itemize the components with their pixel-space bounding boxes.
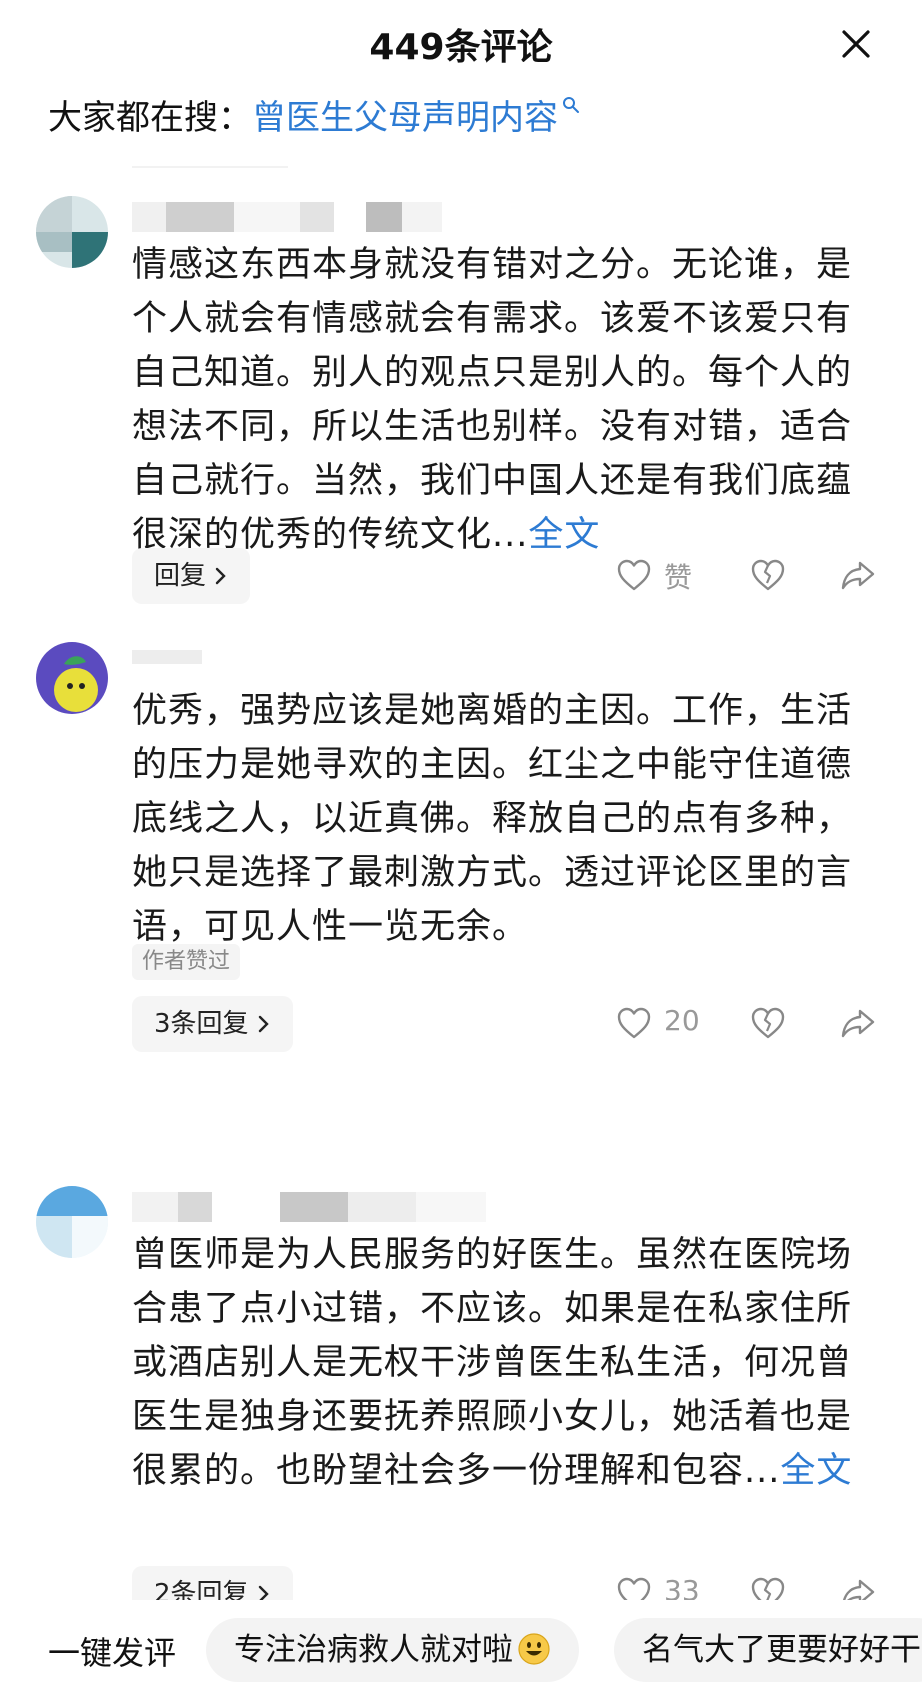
like-heart-icon[interactable] bbox=[616, 1576, 652, 1600]
share-icon[interactable] bbox=[840, 1006, 876, 1040]
view-replies-label: 3条回复 bbox=[154, 1009, 249, 1039]
smile-emoji-icon bbox=[518, 1633, 550, 1665]
comment-text: 曾医师是为人民服务的好医生。虽然在医院场合患了点小过错，不应该。如果是在私家住所… bbox=[132, 1228, 868, 1498]
chevron-right-icon bbox=[258, 1015, 269, 1033]
search-icon[interactable] bbox=[562, 96, 580, 114]
reply-button[interactable]: 回复 bbox=[132, 548, 251, 604]
like-count: 20 bbox=[664, 1004, 700, 1037]
comment-panel-header: 449条评论 bbox=[0, 0, 922, 88]
comment-text: 优秀，强势应该是她离婚的主因。工作，生活的压力是她寻欢的主因。红尘之中能守住道德… bbox=[132, 684, 868, 954]
like-heart-icon[interactable] bbox=[616, 558, 652, 592]
quick-comment-chip[interactable]: 名气大了更要好好干 bbox=[614, 1618, 922, 1682]
username-blurred[interactable] bbox=[132, 202, 492, 232]
share-icon[interactable] bbox=[840, 558, 876, 592]
comment-body: 情感这东西本身就没有错对之分。无论谁，是个人就会有情感就会有需求。该爱不该爱只有… bbox=[132, 245, 853, 555]
divider bbox=[132, 166, 288, 168]
avatar[interactable] bbox=[36, 642, 108, 714]
hot-search-label: 大家都在搜： bbox=[48, 97, 252, 138]
expand-full-text-link[interactable]: 全文 bbox=[780, 1451, 852, 1491]
comment-body: 优秀，强势应该是她离婚的主因。工作，生活的压力是她寻欢的主因。红尘之中能守住道德… bbox=[132, 691, 853, 947]
like-count: 33 bbox=[664, 1574, 700, 1600]
view-replies-label: 2条回复 bbox=[154, 1579, 249, 1600]
like-count: 赞 bbox=[664, 561, 693, 594]
quick-comment-chip[interactable]: 专注治病救人就对啦 bbox=[206, 1618, 579, 1682]
broken-heart-icon[interactable] bbox=[750, 1006, 786, 1040]
comment-item: 曾医师是为人民服务的好医生。虽然在医院场合患了点小过错，不应该。如果是在私家住所… bbox=[0, 1186, 922, 1600]
expand-full-text-link[interactable]: 全文 bbox=[528, 515, 600, 555]
comment-text: 情感这东西本身就没有错对之分。无论谁，是个人就会有情感就会有需求。该爱不该爱只有… bbox=[132, 238, 868, 562]
comment-item: 优秀，强势应该是她离婚的主因。工作，生活的压力是她寻欢的主因。红尘之中能守住道德… bbox=[0, 642, 922, 1062]
comment-item: 情感这东西本身就没有错对之分。无论谁，是个人就会有情感就会有需求。该爱不该爱只有… bbox=[0, 196, 922, 616]
author-liked-badge: 作者赞过 bbox=[132, 944, 241, 980]
close-icon[interactable] bbox=[836, 24, 876, 64]
comment-actions: 20 bbox=[600, 996, 890, 1052]
avatar[interactable] bbox=[36, 1186, 108, 1258]
like-heart-icon[interactable] bbox=[616, 1006, 652, 1040]
username-blurred[interactable] bbox=[132, 1192, 492, 1222]
hot-search-term-link[interactable]: 曾医生父母声明内容 bbox=[252, 90, 558, 139]
chevron-right-icon bbox=[258, 1585, 269, 1600]
quick-comment-chip-text: 名气大了更要好好干 bbox=[642, 1632, 921, 1668]
reply-button-label: 回复 bbox=[154, 561, 207, 591]
comment-actions: 33 bbox=[600, 1566, 890, 1600]
chevron-right-icon bbox=[215, 567, 226, 585]
quick-comment-chip-text: 专注治病救人就对啦 bbox=[234, 1632, 513, 1668]
comment-body: 曾医师是为人民服务的好医生。虽然在医院场合患了点小过错，不应该。如果是在私家住所… bbox=[132, 1235, 853, 1491]
avatar[interactable] bbox=[36, 196, 108, 268]
username-blurred[interactable] bbox=[132, 646, 492, 676]
hot-search-row: 大家都在搜： 曾医生父母声明内容 bbox=[48, 88, 580, 140]
quick-comment-bar: 一键发评 专注治病救人就对啦 名气大了更要好好干 bbox=[0, 1600, 922, 1701]
broken-heart-icon[interactable] bbox=[750, 558, 786, 592]
comment-count-title: 449条评论 bbox=[369, 27, 553, 68]
view-replies-button[interactable]: 3条回复 bbox=[132, 996, 293, 1052]
quick-comment-label: 一键发评 bbox=[48, 1634, 177, 1672]
broken-heart-icon[interactable] bbox=[750, 1576, 786, 1600]
comment-actions: 赞 bbox=[600, 548, 890, 604]
view-replies-button[interactable]: 2条回复 bbox=[132, 1566, 293, 1600]
share-icon[interactable] bbox=[840, 1576, 876, 1600]
